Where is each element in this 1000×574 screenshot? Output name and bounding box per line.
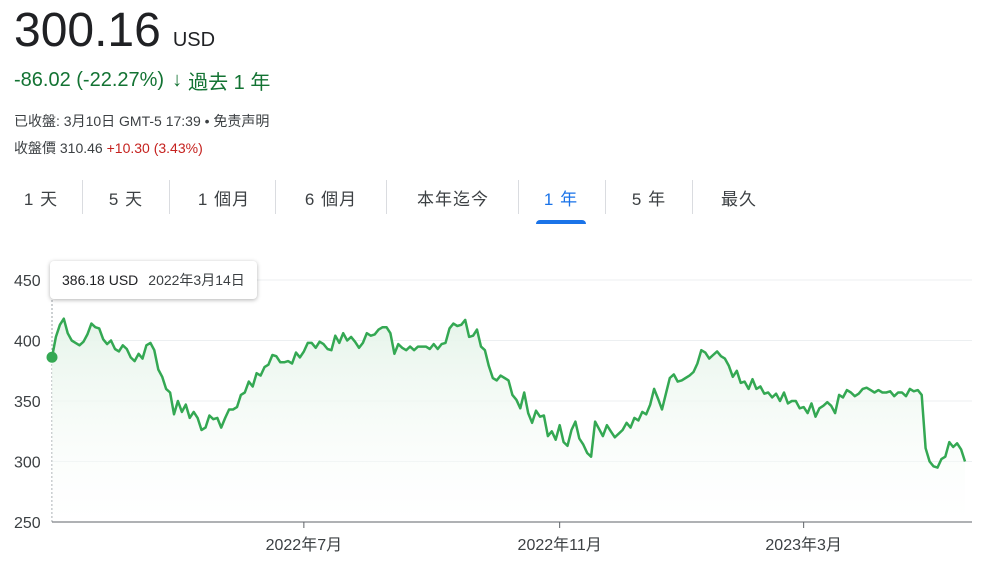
tab-1-month[interactable]: 1 個月 [195,178,253,216]
tab-1-year[interactable]: 1 年 [536,178,586,224]
tooltip-date: 2022年3月14日 [148,272,245,288]
y-tick-label: 250 [14,515,41,532]
hover-point [46,351,58,363]
y-tick-label: 300 [14,455,41,472]
x-tick-label: 2022年11月 [518,536,602,554]
close-price-change: +10.30 (3.43%) [106,140,203,156]
price-row: 300.16 USD [14,2,215,60]
tab-divider [82,180,83,214]
close-info: 已收盤: 3月10日 GMT-5 17:39 • 免责声明 [14,113,270,129]
tab-5-days[interactable]: 5 天 [105,178,147,216]
chart-tooltip: 386.18 USD 2022年3月14日 [50,261,257,299]
tab-divider [169,180,170,214]
tab-divider [518,180,519,214]
tab-divider [605,180,606,214]
tab-6-months[interactable]: 6 個月 [301,178,361,216]
x-tick-label: 2022年7月 [266,536,343,554]
tab-5-years[interactable]: 5 年 [628,178,670,216]
tab-ytd[interactable]: 本年迄今 [411,178,495,216]
price-change: -86.02 (-22.27%) [14,69,165,91]
tab-1-day[interactable]: 1 天 [20,178,62,216]
y-tick-label: 450 [14,273,41,290]
price-change-row: -86.02 (-22.27%) ↓ 過去 1 年 [14,66,270,95]
price-area [52,318,965,522]
tab-divider [386,180,387,214]
x-tick-label: 2023年3月 [765,536,842,554]
arrow-down-icon: ↓ [172,69,183,91]
change-period: 過去 1 年 [188,72,271,94]
current-price: 300.16 [14,4,161,57]
tab-divider [275,180,276,214]
tooltip-value: 386.18 USD [62,272,139,288]
y-tick-label: 400 [14,334,41,351]
time-range-tabs: 1 天 5 天 1 個月 6 個月 本年迄今 1 年 5 年 最久 [0,178,761,224]
tab-divider [692,180,693,214]
currency-label: USD [172,29,216,51]
tab-max[interactable]: 最久 [717,178,761,216]
close-price-label: 收盤價 310.46 [14,140,103,156]
y-tick-label: 350 [14,394,41,411]
close-price-row: 收盤價 310.46 +10.30 (3.43%) [14,138,203,158]
